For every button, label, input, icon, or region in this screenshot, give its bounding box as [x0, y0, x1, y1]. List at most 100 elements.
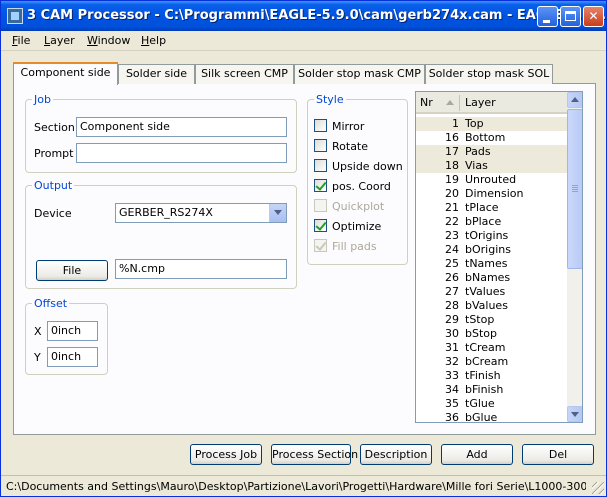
layer-row[interactable]: 34 bFinish: [416, 383, 567, 397]
close-button[interactable]: ✕: [583, 6, 604, 27]
layer-row[interactable]: 31 tCream: [416, 341, 567, 355]
scroll-down-button[interactable]: [567, 406, 582, 422]
scroll-thumb[interactable]: [567, 109, 582, 269]
app-icon[interactable]: [7, 8, 23, 24]
file-input[interactable]: %N.cmp: [115, 259, 287, 279]
layer-number: 36: [445, 411, 459, 423]
offset-x-input[interactable]: 0inch: [47, 321, 98, 341]
layer-name: tStop: [465, 313, 495, 326]
layer-row[interactable]: 28 bValues: [416, 299, 567, 313]
chevron-down-icon[interactable]: [269, 204, 286, 222]
layer-number: 16: [445, 131, 459, 144]
layer-number: 34: [445, 383, 459, 396]
layer-name: bFinish: [465, 383, 504, 396]
device-select[interactable]: GERBER_RS274X: [115, 203, 287, 223]
layer-row[interactable]: 23 tOrigins: [416, 229, 567, 243]
prompt-input[interactable]: [76, 143, 287, 163]
add-button[interactable]: Add: [441, 444, 513, 465]
maximize-button[interactable]: [560, 6, 581, 27]
layer-name: Pads: [465, 145, 491, 158]
rotate-label[interactable]: Rotate: [332, 140, 368, 153]
output-group-title: Output: [32, 179, 75, 192]
layer-row[interactable]: 27 tValues: [416, 285, 567, 299]
pos-coord-checkbox[interactable]: [314, 179, 327, 192]
layer-row[interactable]: 35 tGlue: [416, 397, 567, 411]
menu-layer[interactable]: Layer: [44, 34, 75, 47]
file-button[interactable]: File: [36, 260, 108, 281]
layer-name: bCream: [465, 355, 509, 368]
layer-row[interactable]: 32 bCream: [416, 355, 567, 369]
quickplot-label: Quickplot: [332, 200, 385, 213]
optimize-label[interactable]: Optimize: [332, 220, 381, 233]
layer-row[interactable]: 19 Unrouted: [416, 173, 567, 187]
job-group-title: Job: [32, 93, 53, 106]
layer-row[interactable]: 21 tPlace: [416, 201, 567, 215]
mirror-checkbox[interactable]: [314, 119, 327, 132]
layer-row[interactable]: 20 Dimension: [416, 187, 567, 201]
layer-list-scrollbar[interactable]: [567, 92, 582, 422]
tab-solder-side[interactable]: Solder side: [118, 64, 195, 84]
layer-row[interactable]: 25 tNames: [416, 257, 567, 271]
layer-row[interactable]: 16 Bottom: [416, 131, 567, 145]
layer-row[interactable]: 18 Vias: [416, 159, 567, 173]
layer-number: 28: [445, 299, 459, 312]
menu-help[interactable]: Help: [141, 34, 166, 47]
scroll-up-button[interactable]: [567, 92, 582, 108]
column-header-nr[interactable]: Nr: [420, 96, 433, 109]
layer-number: 24: [445, 243, 459, 256]
style-group-title: Style: [314, 93, 346, 106]
layer-number: 27: [445, 285, 459, 298]
layer-row[interactable]: 33 tFinish: [416, 369, 567, 383]
rotate-checkbox[interactable]: [314, 139, 327, 152]
title-bar[interactable]: 3 CAM Processor - C:\Programmi\EAGLE-5.9…: [1, 1, 607, 31]
del-button[interactable]: Del: [522, 444, 594, 465]
layer-row[interactable]: 36 bGlue: [416, 411, 567, 423]
layer-number: 31: [445, 341, 459, 354]
layer-name: tPlace: [465, 201, 499, 214]
section-input[interactable]: Component side: [76, 117, 287, 137]
layer-number: 22: [445, 215, 459, 228]
layer-number: 18: [445, 159, 459, 172]
layer-number: 25: [445, 257, 459, 270]
device-select-value: GERBER_RS274X: [119, 206, 213, 219]
offset-group-title: Offset: [32, 297, 70, 310]
layer-row[interactable]: 30 bStop: [416, 327, 567, 341]
menu-window[interactable]: Window: [87, 34, 130, 47]
layer-name: bOrigins: [465, 243, 511, 256]
process-section-button[interactable]: Process Section: [271, 444, 358, 465]
fill-pads-checkbox: [314, 239, 327, 252]
tab-solder-stop-mask-cmp[interactable]: Solder stop mask CMP: [294, 64, 425, 84]
layer-row[interactable]: 26 bNames: [416, 271, 567, 285]
minimize-button[interactable]: [537, 6, 558, 27]
layer-name: Top: [465, 117, 484, 130]
layer-list[interactable]: Nr Layer 1 Top 16 Bottom 17 Pads 18 Vias 19 Unrou…: [415, 91, 583, 423]
layer-row[interactable]: 17 Pads: [416, 145, 567, 159]
column-separator[interactable]: [459, 95, 460, 111]
layer-name: bGlue: [465, 411, 498, 423]
layer-number: 30: [445, 327, 459, 340]
tab-solder-stop-mask-sol[interactable]: Solder stop mask SOL: [425, 64, 553, 84]
layer-row[interactable]: 22 bPlace: [416, 215, 567, 229]
fill-pads-label: Fill pads: [332, 240, 377, 253]
process-job-button[interactable]: Process Job: [190, 444, 262, 465]
layer-number: 26: [445, 271, 459, 284]
layer-number: 35: [445, 397, 459, 410]
layer-number: 29: [445, 313, 459, 326]
column-header-layer[interactable]: Layer: [465, 96, 496, 109]
pos-coord-label[interactable]: pos. Coord: [332, 180, 391, 193]
tab-silk-screen-cmp[interactable]: Silk screen CMP: [195, 64, 294, 84]
optimize-checkbox[interactable]: [314, 219, 327, 232]
tab-component-side[interactable]: Component side: [13, 62, 118, 85]
resize-grip-icon[interactable]: [592, 482, 604, 494]
layer-number: 1: [452, 117, 459, 130]
status-bar: C:\Documents and Settings\Mauro\Desktop\…: [1, 475, 606, 496]
layer-row[interactable]: 24 bOrigins: [416, 243, 567, 257]
offset-y-input[interactable]: 0inch: [47, 347, 98, 367]
upside-down-label[interactable]: Upside down: [332, 160, 403, 173]
upside-down-checkbox[interactable]: [314, 159, 327, 172]
layer-row[interactable]: 1 Top: [416, 117, 567, 131]
layer-row[interactable]: 29 tStop: [416, 313, 567, 327]
description-button[interactable]: Description: [360, 444, 432, 465]
menu-file[interactable]: File: [12, 34, 30, 47]
mirror-label[interactable]: Mirror: [332, 120, 364, 133]
